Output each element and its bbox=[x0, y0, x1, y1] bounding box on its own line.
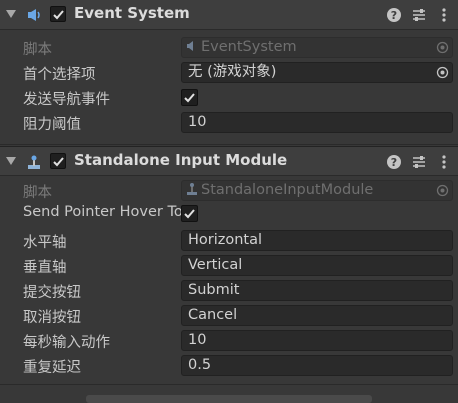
field-label: 提交按钮 bbox=[23, 285, 81, 301]
script-field: EventSystem bbox=[181, 37, 453, 58]
script-row: 脚本 StandaloneInputModule bbox=[0, 178, 458, 203]
field-label: 首个选择项 bbox=[23, 67, 96, 83]
cancel-button-field[interactable]: Cancel bbox=[181, 305, 453, 326]
svg-text:?: ? bbox=[391, 156, 397, 169]
field-label: 重复延迟 bbox=[23, 360, 81, 376]
kebab-menu-icon[interactable] bbox=[436, 154, 452, 170]
presets-icon[interactable] bbox=[411, 154, 427, 170]
repeat-delay-field[interactable]: 0.5 bbox=[181, 355, 453, 376]
script-icon bbox=[187, 183, 197, 195]
horizontal-axis-row: 水平轴 Horizontal bbox=[0, 228, 458, 253]
script-label: 脚本 bbox=[23, 42, 52, 58]
presets-icon[interactable] bbox=[411, 7, 427, 23]
field-label: 阻力阈值 bbox=[23, 117, 81, 133]
object-picker-icon[interactable] bbox=[436, 66, 449, 79]
send-navigation-row: 发送导航事件 bbox=[0, 85, 458, 110]
help-icon[interactable]: ? bbox=[386, 154, 402, 170]
divider bbox=[0, 384, 458, 385]
first-selected-row: 首个选择项 无 (游戏对象) bbox=[0, 60, 458, 85]
script-row: 脚本 EventSystem bbox=[0, 35, 458, 60]
field-value: 无 (游戏对象) bbox=[188, 64, 277, 80]
field-label: 水平轴 bbox=[23, 235, 67, 251]
drag-threshold-field[interactable]: 10 bbox=[181, 112, 453, 133]
script-value: EventSystem bbox=[201, 39, 297, 55]
event-system-icon bbox=[28, 9, 40, 21]
script-value: StandaloneInputModule bbox=[201, 182, 374, 198]
object-picker-icon bbox=[436, 184, 449, 197]
input-module-icon bbox=[28, 155, 40, 169]
component-title: Standalone Input Module bbox=[74, 151, 288, 169]
help-icon[interactable]: ? bbox=[386, 7, 402, 23]
drag-threshold-row: 阻力阈值 10 bbox=[0, 110, 458, 135]
horizontal-axis-field[interactable]: Horizontal bbox=[181, 230, 453, 251]
submit-button-row: 提交按钮 Submit bbox=[0, 278, 458, 303]
repeat-delay-row: 重复延迟 0.5 bbox=[0, 353, 458, 378]
script-label: 脚本 bbox=[23, 185, 52, 201]
divider bbox=[0, 144, 458, 145]
send-navigation-checkbox[interactable] bbox=[181, 89, 198, 106]
submit-button-field[interactable]: Submit bbox=[181, 280, 453, 301]
input-module-enabled-checkbox[interactable] bbox=[50, 153, 66, 169]
input-actions-per-second-row: 每秒输入动作 10 bbox=[0, 328, 458, 353]
first-selected-field[interactable]: 无 (游戏对象) bbox=[181, 62, 453, 83]
field-label: 每秒输入动作 bbox=[23, 335, 110, 351]
field-label: 垂直轴 bbox=[23, 260, 67, 276]
event-system-enabled-checkbox[interactable] bbox=[50, 6, 66, 22]
cancel-button-row: 取消按钮 Cancel bbox=[0, 303, 458, 328]
svg-text:?: ? bbox=[391, 9, 397, 22]
kebab-menu-icon[interactable] bbox=[436, 7, 452, 23]
field-label: Send Pointer Hover To Parent bbox=[23, 204, 183, 220]
vertical-axis-row: 垂直轴 Vertical bbox=[0, 253, 458, 278]
foldout-arrow-icon[interactable] bbox=[6, 157, 16, 165]
vertical-axis-field[interactable]: Vertical bbox=[181, 255, 453, 276]
field-label: 取消按钮 bbox=[23, 310, 81, 326]
input-module-header[interactable]: Standalone Input Module ? bbox=[0, 146, 458, 176]
component-title: Event System bbox=[74, 4, 190, 22]
foldout-arrow-icon[interactable] bbox=[6, 10, 16, 18]
input-actions-per-second-field[interactable]: 10 bbox=[181, 330, 453, 351]
field-label: 发送导航事件 bbox=[23, 92, 110, 108]
event-system-header[interactable]: Event System ? bbox=[0, 0, 458, 30]
object-picker-icon bbox=[436, 41, 449, 54]
script-field: StandaloneInputModule bbox=[181, 180, 453, 201]
send-pointer-hover-row: Send Pointer Hover To Parent bbox=[0, 201, 458, 226]
send-pointer-hover-checkbox[interactable] bbox=[181, 205, 198, 222]
script-icon bbox=[187, 41, 193, 51]
add-component-button[interactable] bbox=[86, 395, 372, 403]
